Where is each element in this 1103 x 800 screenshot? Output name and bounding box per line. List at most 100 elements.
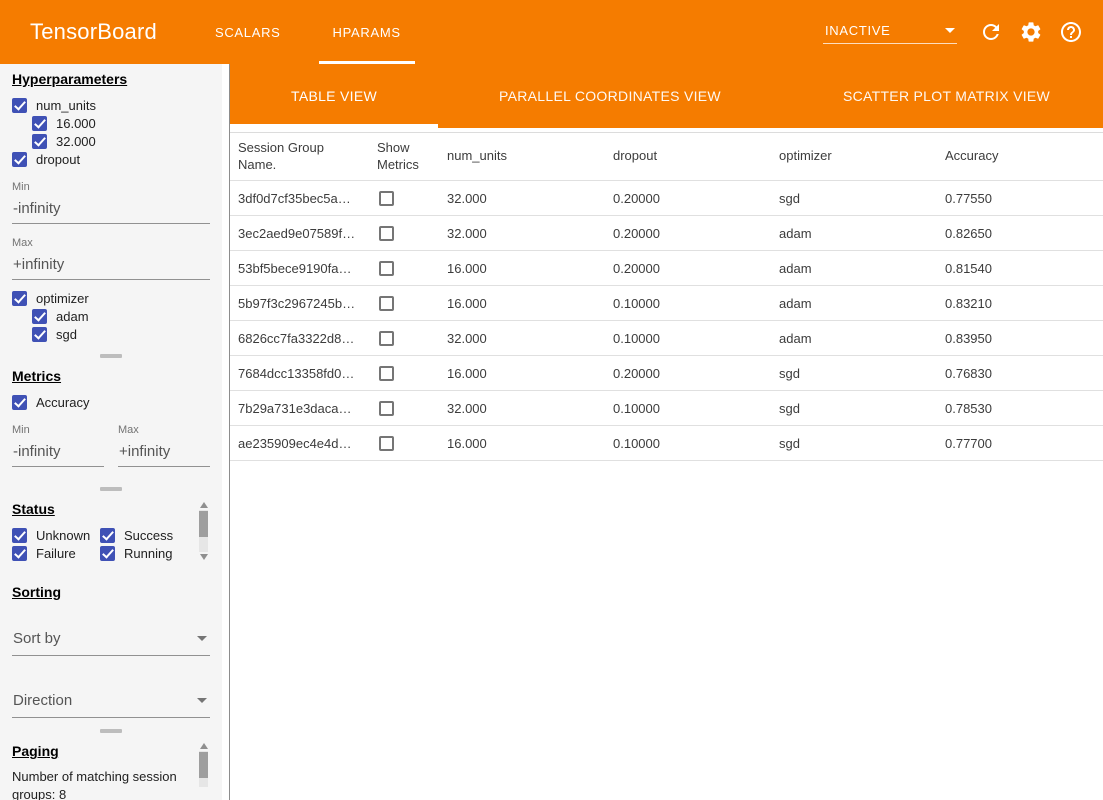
optimizer-adam-checkbox[interactable]: adam xyxy=(12,307,210,325)
app-title: TensorBoard xyxy=(0,0,177,64)
cell-num-units: 32.000 xyxy=(439,216,605,251)
checkbox-label: dropout xyxy=(36,152,80,167)
section-divider xyxy=(0,726,222,736)
session-group-name: 6826cc7fa3322d82… xyxy=(230,321,369,356)
checkbox-label: Unknown xyxy=(36,528,90,543)
resize-handle[interactable] xyxy=(100,487,122,491)
scrollbar-thumb[interactable] xyxy=(199,752,208,778)
field-label: Min xyxy=(12,181,210,193)
scroll-down-icon[interactable] xyxy=(200,554,208,560)
status-unknown-checkbox[interactable]: Unknown xyxy=(12,526,100,544)
hparam-dropout-checkbox[interactable]: dropout xyxy=(12,150,210,168)
tab-hparams[interactable]: HPARAMS xyxy=(307,0,427,64)
status-success-checkbox[interactable]: Success xyxy=(100,526,188,544)
sorting-heading: Sorting xyxy=(12,584,210,600)
show-metrics-checkbox[interactable] xyxy=(379,261,394,276)
resize-handle[interactable] xyxy=(100,729,122,733)
checkbox-label: Failure xyxy=(36,546,76,561)
cell-num-units: 32.000 xyxy=(439,391,605,426)
num-units-32-checkbox[interactable]: 32.000 xyxy=(12,132,210,150)
cell-accuracy: 0.83950 xyxy=(937,321,1103,356)
checkbox-icon xyxy=(12,98,27,113)
status-running-checkbox[interactable]: Running xyxy=(100,544,188,562)
checkbox-icon xyxy=(32,134,47,149)
status-failure-checkbox[interactable]: Failure xyxy=(12,544,100,562)
scrollbar-track[interactable] xyxy=(199,510,208,552)
checkbox-icon xyxy=(100,528,115,543)
cell-dropout: 0.20000 xyxy=(605,181,771,216)
tab-scatter-plot-matrix-view[interactable]: SCATTER PLOT MATRIX VIEW xyxy=(782,64,1103,128)
hparam-optimizer-checkbox[interactable]: optimizer xyxy=(12,289,210,307)
scrollbar-track[interactable] xyxy=(199,751,208,787)
scrollbar-thumb[interactable] xyxy=(199,511,208,537)
reload-status-select[interactable]: INACTIVE xyxy=(823,21,957,44)
max-input[interactable]: +infinity xyxy=(118,443,210,467)
cell-accuracy: 0.82650 xyxy=(937,216,1103,251)
col-optimizer: optimizer xyxy=(771,133,937,181)
accuracy-max-field: Max +infinity xyxy=(118,424,210,467)
col-session-group-name: Session Group Name. xyxy=(230,133,369,181)
settings-button[interactable] xyxy=(1011,12,1051,52)
tab-label: PARALLEL COORDINATES VIEW xyxy=(499,88,721,104)
app-header: TensorBoard SCALARS HPARAMS INACTIVE xyxy=(0,0,1103,64)
scroll-up-icon[interactable] xyxy=(200,502,208,508)
sidebar-scroll-gutter[interactable] xyxy=(222,64,229,800)
cell-dropout: 0.10000 xyxy=(605,321,771,356)
refresh-button[interactable] xyxy=(971,12,1011,52)
checkbox-label: 32.000 xyxy=(56,134,96,149)
show-metrics-checkbox[interactable] xyxy=(379,436,394,451)
metrics-heading: Metrics xyxy=(12,368,210,384)
show-metrics-cell xyxy=(369,251,439,286)
checkbox-label: Running xyxy=(124,546,172,561)
show-metrics-checkbox[interactable] xyxy=(379,191,394,206)
num-units-16-checkbox[interactable]: 16.000 xyxy=(12,114,210,132)
scroll-up-icon[interactable] xyxy=(200,743,208,749)
cell-accuracy: 0.77700 xyxy=(937,426,1103,461)
tab-parallel-coordinates-view[interactable]: PARALLEL COORDINATES VIEW xyxy=(438,64,782,128)
table-area: Session Group Name. Show Metrics num_uni… xyxy=(230,128,1103,800)
metric-accuracy-checkbox[interactable]: Accuracy xyxy=(12,393,210,411)
show-metrics-checkbox[interactable] xyxy=(379,366,394,381)
tab-table-view[interactable]: TABLE VIEW xyxy=(230,64,438,128)
status-section: Status Unknown Success Failure xyxy=(0,494,222,570)
cell-num-units: 16.000 xyxy=(439,251,605,286)
show-metrics-cell xyxy=(369,356,439,391)
hparams-sidebar: Hyperparameters num_units 16.000 32.000 … xyxy=(0,64,222,800)
show-metrics-cell xyxy=(369,181,439,216)
show-metrics-checkbox[interactable] xyxy=(379,331,394,346)
cell-dropout: 0.10000 xyxy=(605,391,771,426)
help-button[interactable] xyxy=(1051,12,1091,52)
show-metrics-cell xyxy=(369,426,439,461)
reload-status-value: INACTIVE xyxy=(825,23,891,38)
direction-select[interactable]: Direction xyxy=(12,689,210,718)
show-metrics-checkbox[interactable] xyxy=(379,401,394,416)
checkbox-icon xyxy=(100,546,115,561)
status-scrollbar[interactable] xyxy=(199,502,208,560)
hparam-num-units-checkbox[interactable]: num_units xyxy=(12,96,210,114)
min-input[interactable]: -infinity xyxy=(12,443,104,467)
max-input[interactable]: +infinity xyxy=(12,256,210,280)
cell-optimizer: adam xyxy=(771,321,937,356)
select-value: Direction xyxy=(13,692,72,709)
dropout-max-field: Max +infinity xyxy=(12,237,210,280)
min-input[interactable]: -infinity xyxy=(12,200,210,224)
optimizer-sgd-checkbox[interactable]: sgd xyxy=(12,325,210,343)
checkbox-label: Accuracy xyxy=(36,395,89,410)
cell-accuracy: 0.77550 xyxy=(937,181,1103,216)
show-metrics-cell xyxy=(369,216,439,251)
section-divider xyxy=(0,351,222,361)
tab-scalars[interactable]: SCALARS xyxy=(189,0,307,64)
cell-accuracy: 0.76830 xyxy=(937,356,1103,391)
cell-num-units: 16.000 xyxy=(439,356,605,391)
session-group-name: 3df0d7cf35bec5a… xyxy=(230,181,369,216)
paging-scrollbar[interactable] xyxy=(199,743,208,789)
sort-by-select[interactable]: Sort by xyxy=(12,627,210,656)
resize-handle[interactable] xyxy=(100,354,122,358)
app-body: Hyperparameters num_units 16.000 32.000 … xyxy=(0,64,1103,800)
show-metrics-checkbox[interactable] xyxy=(379,226,394,241)
cell-optimizer: sgd xyxy=(771,426,937,461)
checkbox-icon xyxy=(32,116,47,131)
checkbox-label: num_units xyxy=(36,98,96,113)
show-metrics-checkbox[interactable] xyxy=(379,296,394,311)
checkbox-icon xyxy=(12,395,27,410)
